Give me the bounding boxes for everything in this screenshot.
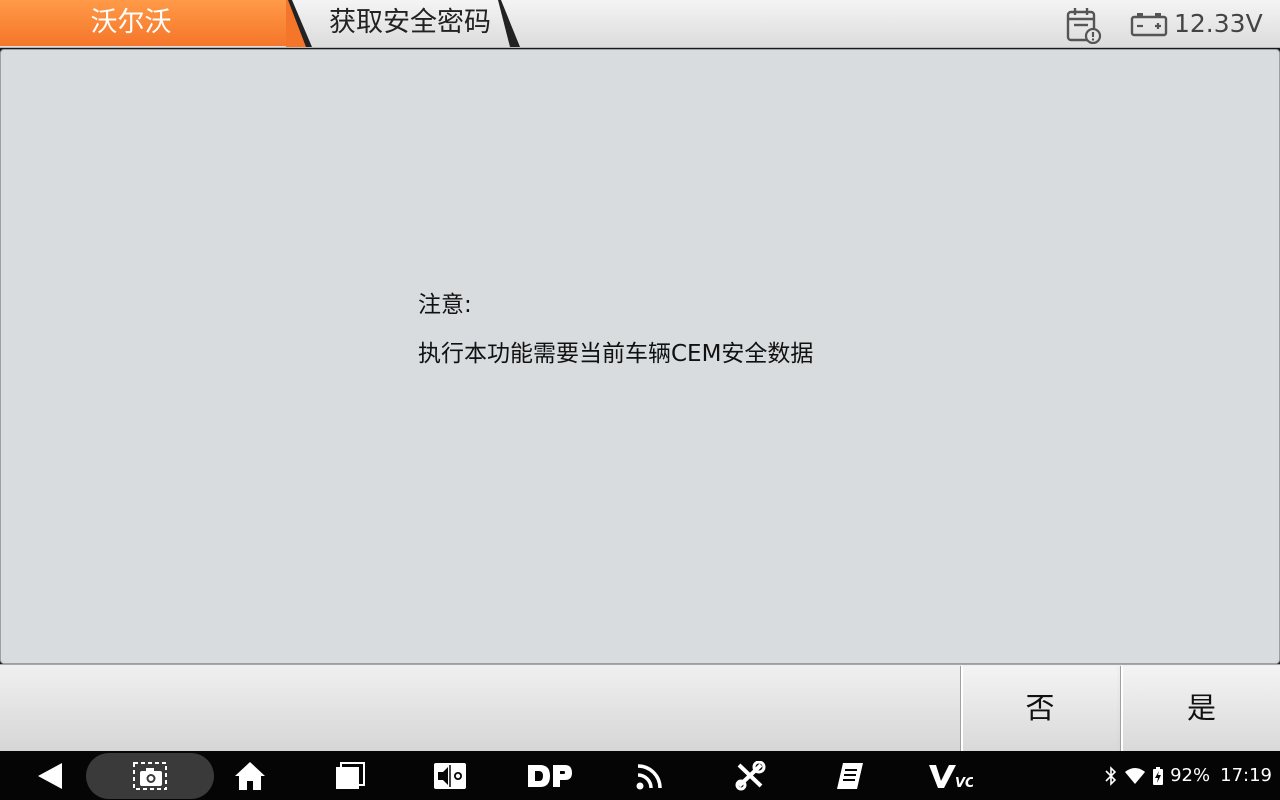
screenshot-button[interactable] bbox=[126, 751, 174, 800]
system-nav-bar: VCI 92% 17:19 bbox=[0, 751, 1280, 800]
recent-apps-icon bbox=[336, 761, 365, 789]
screenshot-icon bbox=[133, 761, 167, 790]
message-body: 执行本功能需要当前车辆CEM安全数据 bbox=[418, 341, 814, 367]
home-icon bbox=[235, 761, 265, 790]
top-bar: 沃尔沃 获取安全密码 12.33V bbox=[0, 0, 1280, 48]
tools-icon bbox=[735, 760, 766, 790]
breadcrumb-page-title: 获取安全密码 bbox=[329, 7, 491, 38]
bluetooth-icon bbox=[1105, 765, 1117, 786]
dp-button[interactable] bbox=[524, 751, 576, 800]
breadcrumb-separator-icon bbox=[498, 0, 520, 47]
signal-feed-button[interactable] bbox=[628, 751, 672, 800]
svg-text:VCI: VCI bbox=[955, 776, 973, 790]
breadcrumb-separator-icon bbox=[286, 0, 312, 47]
back-icon bbox=[38, 762, 62, 789]
battery-icon bbox=[1130, 13, 1168, 37]
tools-button[interactable] bbox=[728, 751, 772, 800]
wifi-icon bbox=[1125, 767, 1146, 784]
report-button[interactable] bbox=[828, 751, 872, 800]
yes-button[interactable]: 是 bbox=[1121, 666, 1280, 751]
back-button[interactable] bbox=[28, 751, 72, 800]
vci-icon: VCI bbox=[929, 764, 973, 790]
signal-feed-icon bbox=[636, 763, 662, 789]
home-button[interactable] bbox=[228, 751, 272, 800]
message-title: 注意: bbox=[418, 292, 472, 318]
clock: 17:19 bbox=[1220, 765, 1272, 786]
breadcrumb-brand[interactable]: 沃尔沃 bbox=[0, 0, 292, 46]
calendar-alert-icon[interactable] bbox=[1064, 6, 1102, 44]
dialog-panel: 注意: 执行本功能需要当前车辆CEM安全数据 bbox=[0, 49, 1280, 664]
message-block: 注意: 执行本功能需要当前车辆CEM安全数据 bbox=[418, 290, 813, 369]
volume-brightness-icon bbox=[434, 762, 466, 789]
battery-percent: 92% bbox=[1170, 765, 1211, 786]
status-area: 92% 17:19 bbox=[1104, 751, 1272, 800]
recent-apps-button[interactable] bbox=[328, 751, 372, 800]
battery-charging-icon bbox=[1153, 766, 1164, 785]
report-icon bbox=[837, 762, 863, 789]
no-button[interactable]: 否 bbox=[961, 666, 1117, 751]
battery-voltage: 12.33V bbox=[1174, 9, 1263, 38]
volume-brightness-button[interactable] bbox=[428, 751, 472, 800]
vci-button[interactable]: VCI bbox=[924, 751, 976, 800]
dp-icon bbox=[528, 764, 572, 787]
action-bar: 否 是 bbox=[0, 664, 1280, 751]
